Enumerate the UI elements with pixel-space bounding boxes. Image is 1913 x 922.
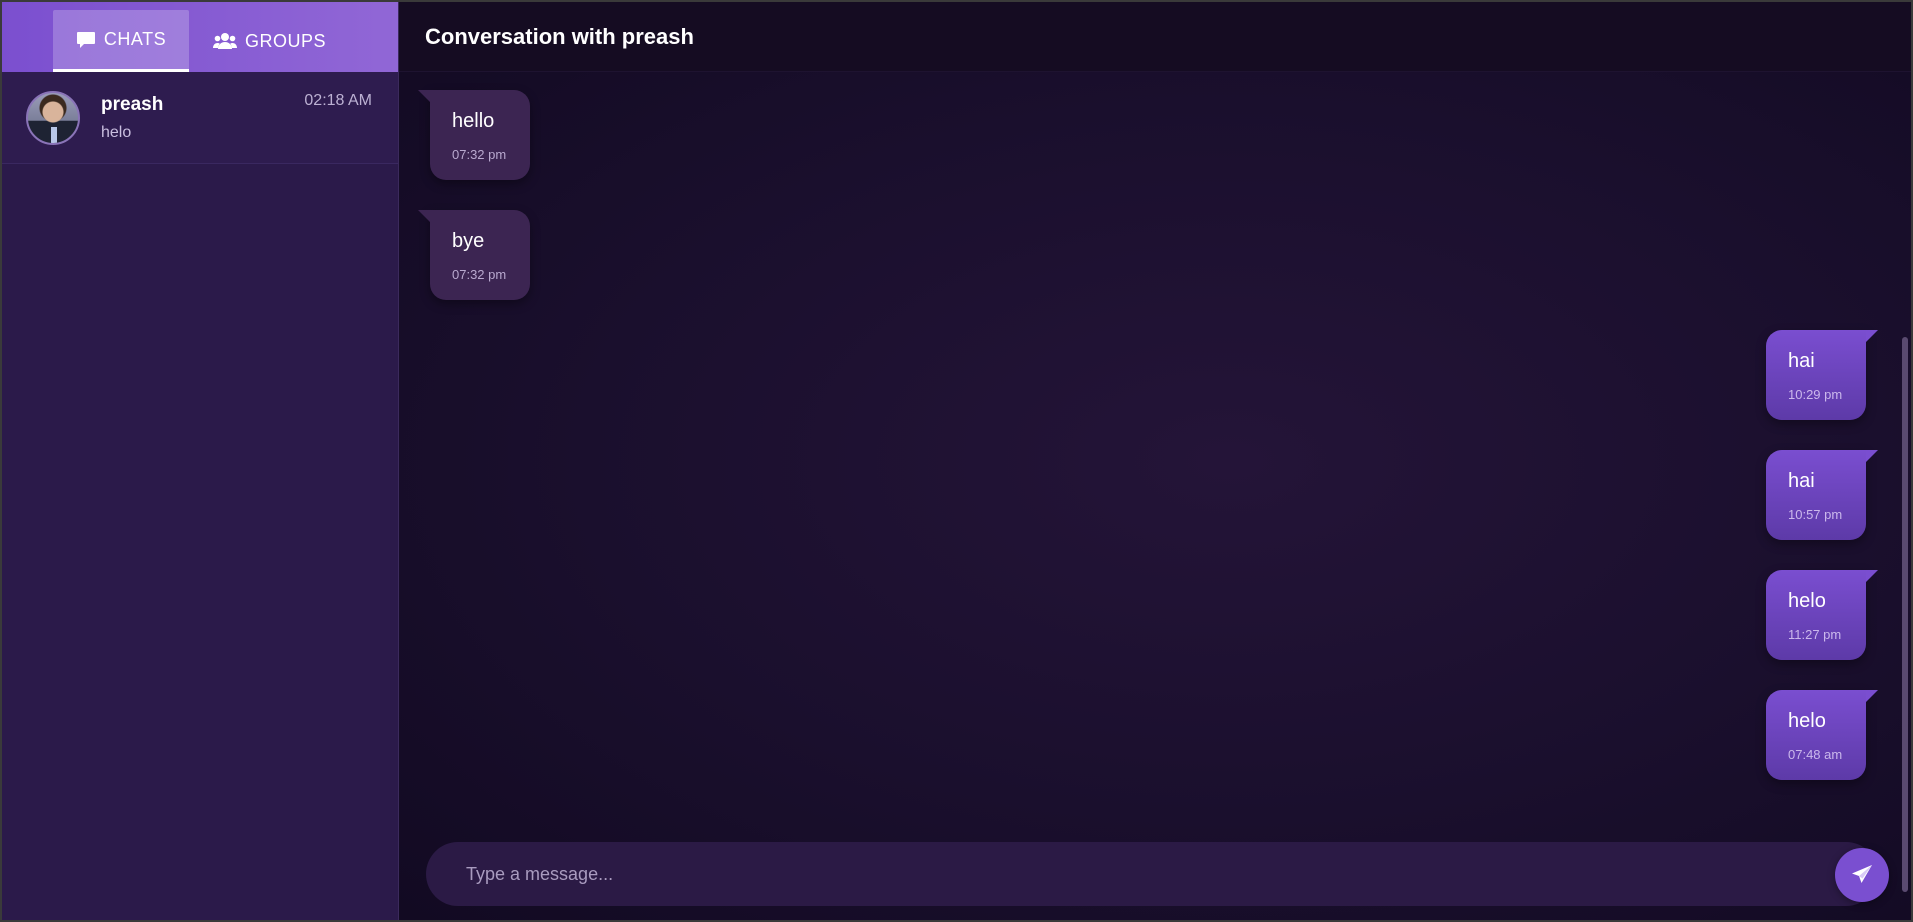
message-text: hai <box>1788 470 1815 492</box>
message-time: 07:48 am <box>1788 747 1843 762</box>
message-time: 07:32 pm <box>452 267 507 282</box>
message-time: 10:57 pm <box>1788 507 1843 522</box>
message-bubble-outgoing: hai 10:57 pm <box>1766 450 1878 540</box>
message-list[interactable]: hello 07:32 pm bye 07:32 pm hai 10:29 pm… <box>399 72 1911 920</box>
message-bubble-outgoing: hai 10:29 pm <box>1766 330 1878 420</box>
message-composer <box>426 842 1889 906</box>
message-bubble-incoming: bye 07:32 pm <box>418 210 530 300</box>
scrollbar[interactable] <box>1902 337 1908 892</box>
message-time: 11:27 pm <box>1788 627 1842 642</box>
chat-app: CHATS GROUPS preash helo 02:18 AM Conver… <box>0 0 1913 922</box>
conversation-title: Conversation with preash <box>425 23 694 49</box>
tab-groups[interactable]: GROUPS <box>189 10 350 72</box>
avatar <box>26 90 80 145</box>
chat-list-item[interactable]: preash helo 02:18 AM <box>2 72 398 164</box>
chat-bubble-icon <box>76 31 95 48</box>
sidebar: CHATS GROUPS preash helo 02:18 AM <box>2 2 399 920</box>
users-icon <box>213 33 237 49</box>
conversation-header: Conversation with preash <box>399 2 1911 72</box>
send-button[interactable] <box>1835 848 1889 902</box>
message-text: hello <box>452 110 495 132</box>
send-icon <box>1852 865 1872 883</box>
tab-chats-label: CHATS <box>103 29 167 49</box>
chat-preview: helo <box>101 123 132 141</box>
message-time: 07:32 pm <box>452 147 507 162</box>
tab-chats[interactable]: CHATS <box>53 10 189 72</box>
message-text: helo <box>1788 710 1826 732</box>
message-bubble-outgoing: helo 11:27 pm <box>1766 570 1878 660</box>
message-text: bye <box>452 230 485 252</box>
message-bubble-incoming: hello 07:32 pm <box>418 90 530 180</box>
tab-groups-label: GROUPS <box>245 30 327 51</box>
message-text: helo <box>1788 590 1826 612</box>
chat-timestamp: 02:18 AM <box>304 92 372 109</box>
message-text: hai <box>1788 350 1815 372</box>
message-input[interactable] <box>466 863 1878 885</box>
message-bubble-outgoing: helo 07:48 am <box>1766 690 1878 780</box>
conversation-pane: Conversation with preash hello 07:32 pm … <box>399 2 1911 920</box>
message-time: 10:29 pm <box>1788 387 1843 402</box>
tab-bar: CHATS GROUPS <box>2 2 398 72</box>
